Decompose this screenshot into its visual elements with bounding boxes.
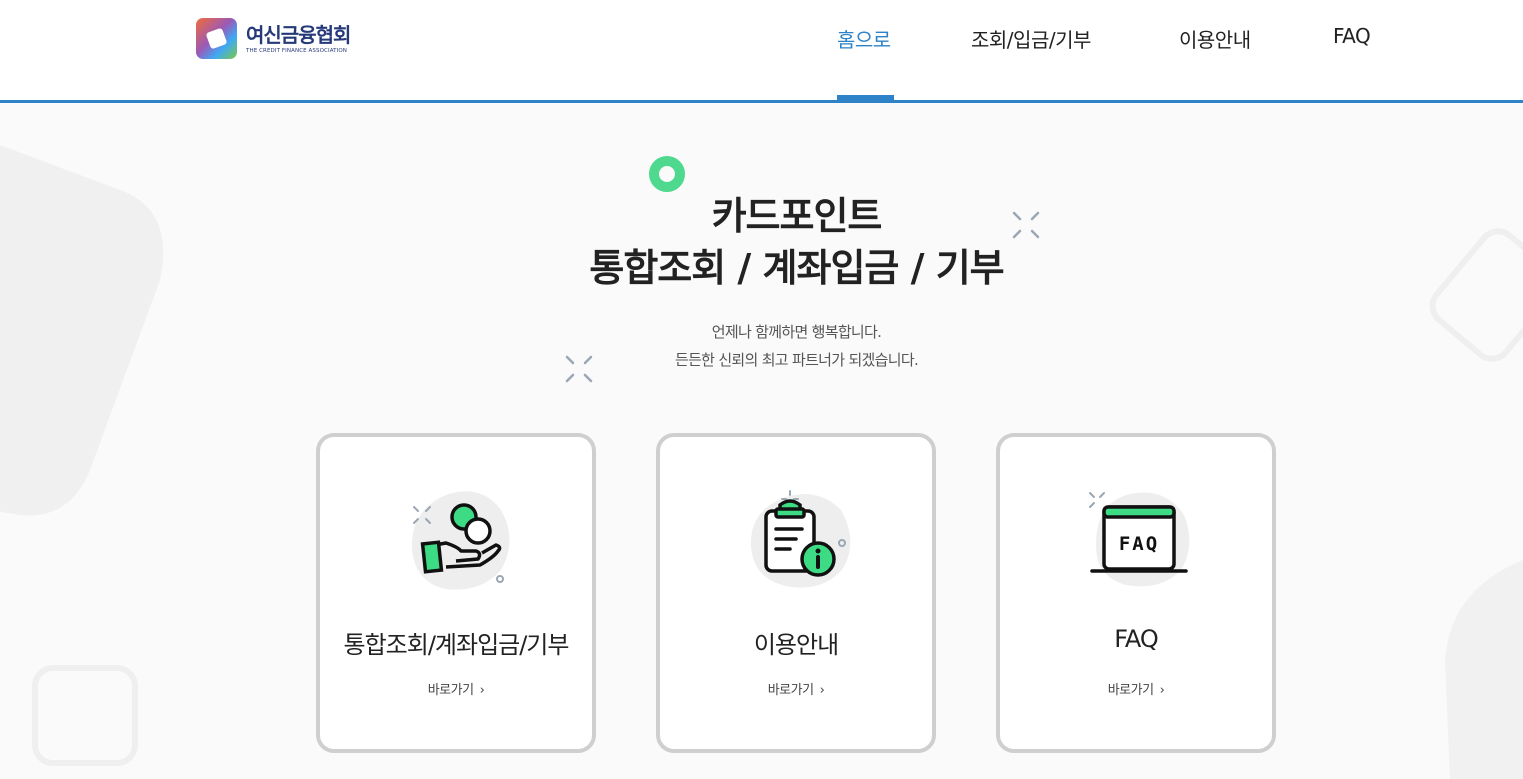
clipboard-info-icon <box>750 490 851 588</box>
card-link-label: 바로가기 <box>427 683 474 698</box>
logo-icon <box>196 18 237 59</box>
chevron-right-icon: › <box>819 683 825 698</box>
card-shortcut-link[interactable]: 바로가기 › <box>320 679 592 698</box>
card-shortcut-link[interactable]: 바로가기 › <box>1000 679 1272 698</box>
hero-subtitle: 언제나 함께하면 행복합니다. 든든한 신뢰의 최고 파트너가 되겠습니다. <box>0 318 1523 374</box>
chevron-right-icon: › <box>1159 683 1165 698</box>
active-nav-indicator <box>837 95 894 100</box>
hero-title-line2: 통합조회 / 계좌입금 / 기부 <box>589 246 1004 290</box>
chevron-right-icon: › <box>479 683 485 698</box>
card-title: 이용안내 <box>753 631 839 659</box>
hand-coins-icon <box>411 491 510 590</box>
card-guide[interactable]: 이용안내 바로가기 › <box>656 433 936 753</box>
hero-title: 카드포인트 통합조회 / 계좌입금 / 기부 <box>0 190 1523 294</box>
hero-subtitle-line2: 든든한 신뢰의 최고 파트너가 되겠습니다. <box>674 351 919 369</box>
faq-window-icon: FAQ <box>1089 492 1190 587</box>
nav-item-lookup-deposit-donate[interactable]: 조회/입금/기부 <box>971 24 1091 53</box>
card-faq[interactable]: FAQ FAQ 바로가기 › <box>996 433 1276 753</box>
card-title: FAQ <box>1114 625 1159 653</box>
card-title: 통합조회/계좌입금/기부 <box>343 631 570 659</box>
card-lookup-deposit-donate[interactable]: 통합조회/계좌입금/기부 바로가기 › <box>316 433 596 753</box>
hero-title-line1: 카드포인트 <box>711 194 883 238</box>
logo[interactable]: 여신금융협회 THE CREDIT FINANCE ASSOCIATION <box>196 18 351 59</box>
card-shortcut-link[interactable]: 바로가기 › <box>660 679 932 698</box>
card-link-label: 바로가기 <box>1107 683 1154 698</box>
nav-item-guide[interactable]: 이용안내 <box>1179 24 1251 53</box>
nav-item-faq[interactable]: FAQ <box>1333 24 1371 48</box>
logo-name-english: THE CREDIT FINANCE ASSOCIATION <box>246 47 347 54</box>
green-ring-decoration <box>649 156 685 192</box>
site-header: 여신금융협회 THE CREDIT FINANCE ASSOCIATION 홈으… <box>0 0 1523 103</box>
nav-item-home[interactable]: 홈으로 <box>837 24 891 53</box>
hero-subtitle-line1: 언제나 함께하면 행복합니다. <box>711 323 882 341</box>
svg-text:FAQ: FAQ <box>1119 533 1159 555</box>
logo-name-korean: 여신금융협회 <box>246 22 351 47</box>
card-link-label: 바로가기 <box>767 683 814 698</box>
